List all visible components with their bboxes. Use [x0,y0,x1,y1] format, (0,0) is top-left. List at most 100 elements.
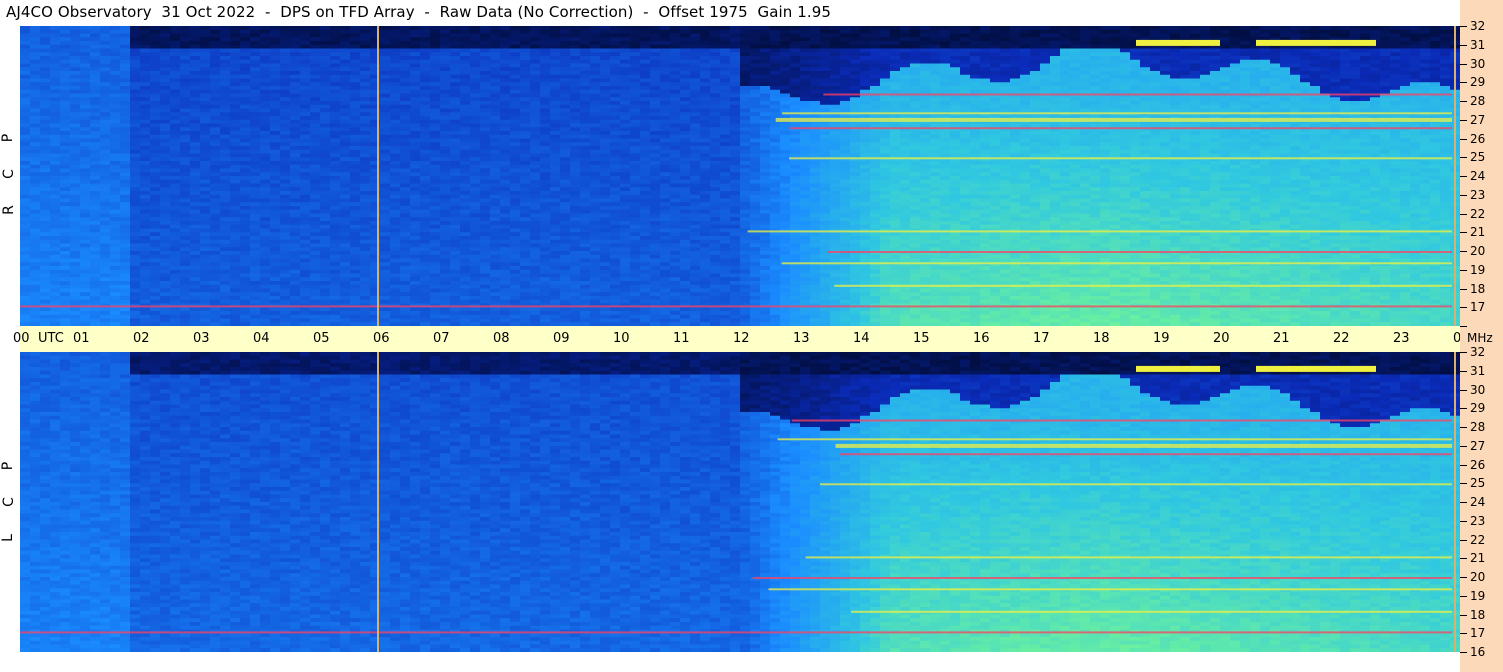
spectrogram-cell [300,142,311,147]
spectrogram-cell [370,296,381,301]
spectrogram-cell [120,224,131,230]
spectrogram-cell [440,311,451,316]
spectrogram-cell [200,206,211,211]
spectrogram-cell [130,228,141,233]
spectrogram-cell [30,153,41,158]
spectrogram-cell [350,251,361,256]
spectrogram-cell [470,243,481,248]
spectrogram-cell [440,146,451,151]
spectrogram-cell [540,153,551,158]
spectrogram-cell [400,119,411,125]
spectrogram-cell [610,153,621,158]
spectrogram-cell [450,198,461,203]
spectrogram-cell [540,228,551,233]
spectrogram-cell [420,146,431,151]
spectrogram-cell [140,59,151,65]
spectrogram-cell [240,198,251,203]
spectrogram-cell [350,131,361,136]
spectrogram-cell [240,41,251,46]
spectrogram-cell [350,153,361,158]
spectrogram-cell [520,206,531,211]
spectrogram-cell [20,37,31,42]
spectrogram-cell [500,82,511,87]
spectrogram-cell [240,318,251,323]
spectrogram-cell [360,104,371,110]
spectrogram-cell [250,314,261,320]
spectrogram-cell [610,299,621,305]
spectrogram-cell [210,187,221,192]
spectrogram-cell [360,67,371,72]
spectrogram-cell [490,198,501,203]
spectrogram-cell [560,74,571,80]
spectrogram-cell [180,318,191,323]
spectrogram-cell [480,247,491,252]
spectrogram-cell [430,131,441,136]
spectrogram-cell [260,254,271,260]
spectrogram-cell [80,299,91,305]
spectrogram-cell [580,101,591,106]
spectrogram-cell [410,221,421,226]
spectrogram-cell [290,277,301,282]
spectrogram-cell [290,258,301,263]
spectrogram-cell [260,198,271,203]
spectrogram-cell [270,224,281,230]
spectrogram-cell [340,247,351,252]
spectrogram-cell [230,153,241,158]
spectrogram-cell [210,254,221,260]
spectrogram-cell [370,74,381,80]
spectrogram-cell [560,127,571,132]
spectrogram-cell [290,299,301,305]
spectrogram-cell [540,29,551,35]
spectrogram-cell [290,288,301,293]
spectrogram-cell [170,142,181,147]
spectrogram-cell [640,74,651,80]
spectrogram-cell [120,247,131,252]
spectrogram-cell [440,209,451,215]
spectrogram-cell [90,149,101,155]
spectrogram-cell [80,254,91,260]
spectrogram-cell [60,292,71,297]
spectrogram-cell [370,131,381,136]
spectrogram-cell [240,277,251,282]
spectrogram-cell [110,142,121,147]
spectrogram-cell [30,251,41,256]
spectrogram-cell [510,108,521,113]
spectrogram-cell [530,228,541,233]
spectrogram-cell [350,71,361,76]
spectrogram-cell [370,206,381,211]
spectrogram-cell [350,161,361,166]
spectrogram-cell [470,48,481,53]
spectrogram-cell [380,221,391,226]
spectrogram-cell [460,284,471,290]
spectrogram-cell [600,198,611,203]
spectrogram-cell [320,217,331,222]
spectrogram-cell [230,232,241,237]
spectrogram-cell [620,224,631,230]
spectrogram-cell [510,232,521,237]
spectrogram-cell [190,288,201,293]
spectrogram-cell [270,104,281,110]
spectrogram-cell [50,273,61,278]
spectrogram-cell [260,176,271,181]
spectrogram-cell [360,221,371,226]
spectrogram-cell [60,153,71,158]
spectrogram-cell [540,232,551,237]
spectrogram-cell [620,56,631,61]
spectrogram-cell [450,206,461,211]
spectrogram-cell [60,243,71,248]
spectrogram-cell [40,239,51,245]
spectrogram-cell [390,52,401,57]
spectrogram-cell [630,37,641,42]
spectrogram-cell [330,82,341,87]
spectrogram-cell [40,273,51,278]
spectrogram-cell [210,288,221,293]
spectrogram-cell [220,221,231,226]
spectrogram-cell [540,134,551,140]
spectrogram-cell [510,266,521,271]
spectrogram-cell [20,71,31,76]
spectrogram-cell [50,194,61,200]
spectrogram-cell [440,33,451,38]
spectrogram-cell [560,134,571,140]
spectrogram-cell [570,63,581,68]
spectrogram-cell [320,108,331,113]
